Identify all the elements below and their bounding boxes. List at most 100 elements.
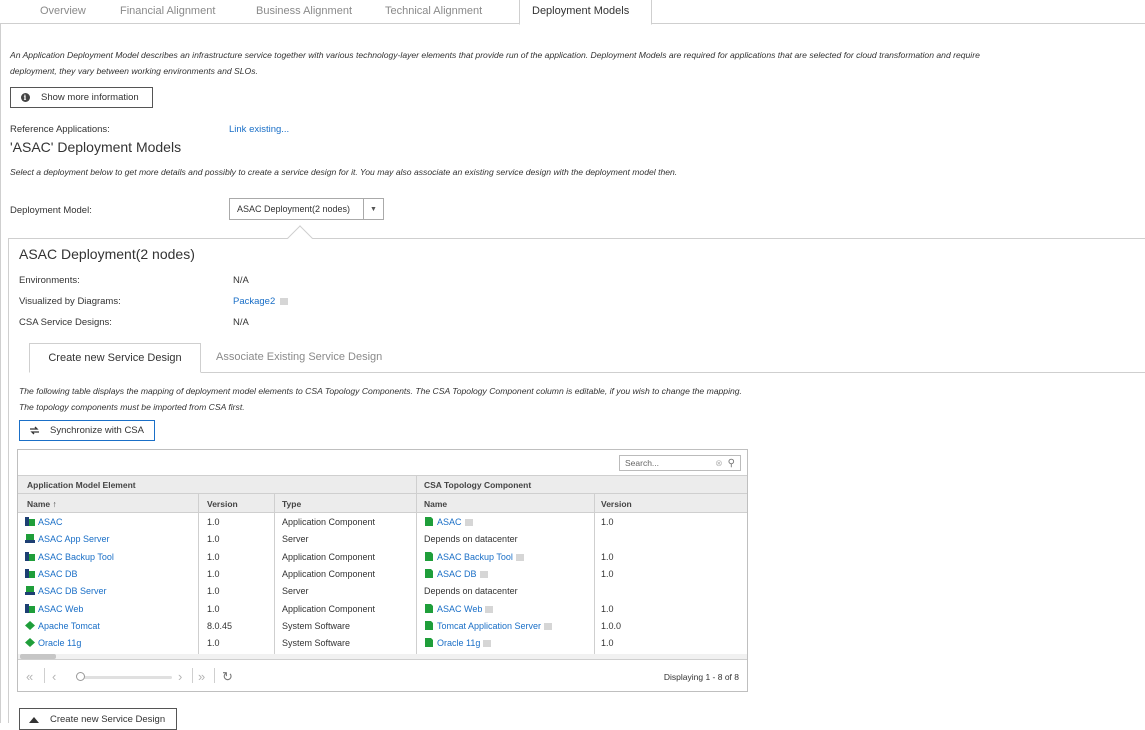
- show-more-info-button[interactable]: i Show more information: [10, 87, 153, 108]
- row-name-link[interactable]: ASAC DB Server: [38, 586, 107, 596]
- visualized-by-label: Visualized by Diagrams:: [19, 296, 121, 307]
- intro-text-line2: deployment, they vary between working en…: [10, 66, 258, 76]
- last-page-icon[interactable]: »: [198, 669, 205, 684]
- row-name-cell[interactable]: ASAC Web: [25, 603, 83, 614]
- col-version-header[interactable]: Version: [207, 499, 238, 509]
- environments-value: N/A: [233, 275, 249, 286]
- group-header-row: Application Model Element CSA Topology C…: [18, 475, 747, 493]
- csa-service-designs-label: CSA Service Designs:: [19, 317, 112, 328]
- row-name-link[interactable]: ASAC Backup Tool: [38, 552, 114, 562]
- link-existing-link[interactable]: Link existing...: [229, 124, 289, 135]
- row-name-link[interactable]: Apache Tomcat: [38, 621, 100, 631]
- group-header-app-model: Application Model Element: [27, 480, 136, 490]
- table-row[interactable]: ASAC Web 1.0 Application Component ASAC Web…: [18, 602, 747, 617]
- deployment-model-value: ASAC Deployment(2 nodes): [237, 204, 351, 214]
- row-csa-version-cell: 1.0: [601, 638, 614, 649]
- row-name-link[interactable]: ASAC Web: [38, 604, 83, 614]
- pager-divider: [44, 668, 45, 683]
- more-icon[interactable]: [483, 640, 492, 648]
- csa-component-link[interactable]: ASAC: [437, 517, 462, 527]
- row-csa-name-cell[interactable]: ASAC DB: [424, 568, 488, 579]
- row-name-link[interactable]: ASAC App Server: [38, 534, 110, 544]
- csa-component-link[interactable]: ASAC Web: [437, 604, 482, 614]
- row-csa-name-cell[interactable]: ASAC Web: [424, 603, 494, 614]
- row-csa-name-cell[interactable]: Tomcat Application Server: [424, 620, 553, 631]
- prev-page-icon[interactable]: ‹: [52, 669, 56, 684]
- col-csa-version-header[interactable]: Version: [601, 499, 632, 509]
- row-csa-name-cell[interactable]: Depends on datacenter: [424, 534, 518, 544]
- app-icon: [25, 568, 38, 579]
- package2-link[interactable]: Package2: [233, 296, 275, 307]
- row-name-cell[interactable]: ASAC DB Server: [25, 586, 107, 596]
- first-page-icon[interactable]: «: [26, 669, 33, 684]
- csa-component-link[interactable]: ASAC Backup Tool: [437, 552, 513, 562]
- col-csa-name-header[interactable]: Name: [424, 499, 447, 509]
- deployment-model-label: Deployment Model:: [10, 205, 92, 216]
- more-icon[interactable]: [515, 553, 524, 561]
- next-page-icon[interactable]: ›: [178, 669, 182, 684]
- row-version-cell: 1.0: [207, 638, 220, 649]
- tab-deployment-models[interactable]: Deployment Models: [519, 0, 652, 25]
- deployment-model-select[interactable]: ASAC Deployment(2 nodes) ▼: [229, 198, 384, 220]
- table-row[interactable]: ASAC 1.0 Application Component ASAC 1.0: [18, 515, 747, 530]
- table-row[interactable]: ASAC DB 1.0 Application Component ASAC DB 1.…: [18, 567, 747, 582]
- csa-component-link[interactable]: Tomcat Application Server: [437, 621, 541, 631]
- row-version-cell: 1.0: [207, 603, 220, 614]
- synchronize-with-csa-button[interactable]: Synchronize with CSA: [19, 420, 155, 441]
- row-name-link[interactable]: Oracle 11g: [38, 638, 81, 648]
- tab-associate-existing-service-design[interactable]: Associate Existing Service Design: [216, 351, 382, 363]
- more-icon[interactable]: [279, 298, 288, 305]
- row-csa-name-cell[interactable]: ASAC: [424, 517, 473, 527]
- search-input[interactable]: Search... ⊗ ⚲: [619, 455, 741, 471]
- page-slider-knob[interactable]: [76, 672, 85, 681]
- row-name-cell[interactable]: Apache Tomcat: [25, 620, 100, 631]
- row-type-cell: Application Component: [282, 551, 376, 562]
- table-row[interactable]: Apache Tomcat 8.0.45 System Software Tomcat…: [18, 619, 747, 634]
- row-name-link[interactable]: ASAC: [38, 517, 63, 527]
- clear-icon[interactable]: ⊗: [715, 458, 723, 469]
- csa-component-link[interactable]: Oracle 11g: [437, 638, 480, 648]
- page-slider[interactable]: [79, 676, 172, 679]
- table-row[interactable]: ASAC Backup Tool 1.0 Application Component…: [18, 550, 747, 565]
- row-csa-version-cell: 1.0: [601, 551, 614, 562]
- row-name-cell[interactable]: ASAC: [25, 517, 63, 527]
- row-name-cell[interactable]: ASAC DB: [25, 568, 78, 579]
- table-description-line1: The following table displays the mapping…: [19, 386, 742, 396]
- tab-create-new-service-design[interactable]: Create new Service Design: [29, 343, 201, 373]
- row-csa-name-cell[interactable]: ASAC Backup Tool: [424, 551, 524, 562]
- search-icon[interactable]: ⚲: [728, 458, 735, 469]
- row-name-cell[interactable]: Oracle 11g: [25, 638, 81, 648]
- csa-component-link[interactable]: ASAC DB: [437, 569, 477, 579]
- page-border: [0, 0, 1, 723]
- pager-divider: [214, 668, 215, 683]
- row-csa-name-cell[interactable]: Oracle 11g: [424, 638, 492, 648]
- tab-overview[interactable]: Overview: [40, 5, 86, 17]
- row-name-link[interactable]: ASAC DB: [38, 569, 78, 579]
- table-row[interactable]: Oracle 11g 1.0 System Software Oracle 11g 1.…: [18, 636, 747, 651]
- row-csa-version-cell: 1.0: [601, 517, 614, 527]
- more-icon[interactable]: [479, 570, 488, 578]
- search-placeholder: Search...: [625, 458, 660, 468]
- more-icon[interactable]: [464, 519, 473, 526]
- col-name-header[interactable]: Name ↑: [27, 499, 57, 509]
- more-icon[interactable]: [485, 605, 494, 613]
- tab-business-alignment[interactable]: Business Alignment: [256, 5, 352, 17]
- refresh-icon[interactable]: ↻: [222, 669, 233, 685]
- create-new-service-design-button[interactable]: Create new Service Design: [19, 708, 177, 730]
- row-csa-name-cell[interactable]: Depends on datacenter: [424, 586, 518, 596]
- row-name-cell[interactable]: ASAC App Server: [25, 534, 110, 544]
- more-icon[interactable]: [544, 622, 553, 630]
- table-row[interactable]: ASAC DB Server 1.0 Server Depends on datace…: [18, 584, 747, 599]
- tab-financial-alignment[interactable]: Financial Alignment: [120, 5, 215, 17]
- csa-component-icon: [424, 517, 437, 527]
- row-csa-version-cell: 1.0: [601, 603, 614, 614]
- row-version-cell: 1.0: [207, 534, 220, 545]
- row-name-cell[interactable]: ASAC Backup Tool: [25, 551, 114, 562]
- tab-technical-alignment[interactable]: Technical Alignment: [385, 5, 482, 17]
- csa-component-icon: [424, 568, 437, 579]
- col-type-header[interactable]: Type: [282, 499, 301, 509]
- row-version-cell: 1.0: [207, 586, 220, 597]
- row-csa-version-cell: 1.0.0: [601, 620, 622, 631]
- table-row[interactable]: ASAC App Server 1.0 Server Depends on datac…: [18, 532, 747, 547]
- software-icon: [25, 638, 38, 648]
